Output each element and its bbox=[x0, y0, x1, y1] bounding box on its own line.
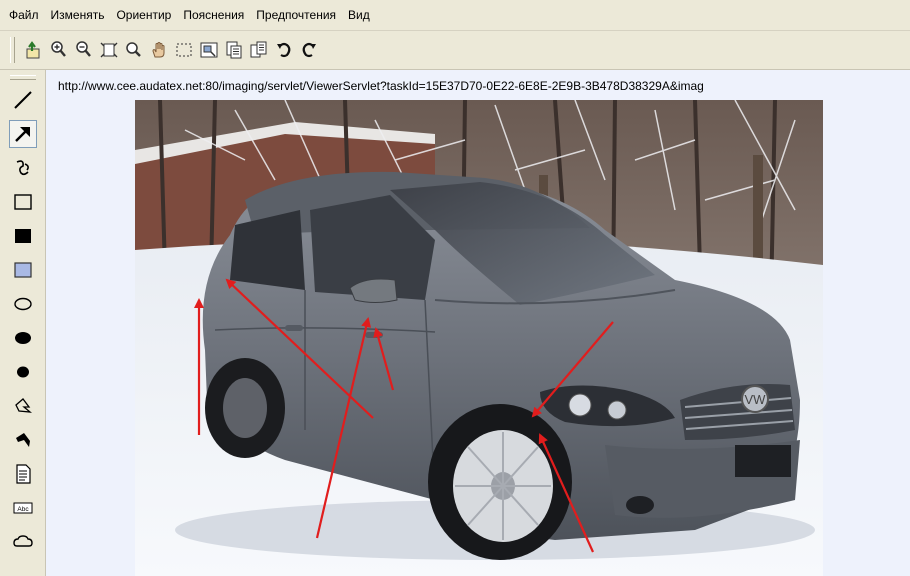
menu-view[interactable]: Вид bbox=[342, 0, 376, 30]
filled-polygon-tool-icon bbox=[16, 433, 30, 447]
export-icon bbox=[26, 41, 39, 59]
main-toolbar bbox=[0, 31, 910, 70]
rotate-left-icon bbox=[276, 42, 290, 58]
freehand-tool-icon bbox=[16, 160, 29, 176]
copy-pages-icon bbox=[250, 41, 266, 58]
thumbnails-icon bbox=[226, 41, 241, 59]
zoom-in-icon bbox=[50, 41, 66, 57]
highlight-rectangle-tool-icon bbox=[14, 262, 32, 278]
annotation-toolbar-grip[interactable] bbox=[10, 75, 36, 80]
menu-bar: Файл Изменять Ориентир Пояснения Предпоч… bbox=[0, 0, 910, 31]
zoom-in-button[interactable] bbox=[48, 39, 70, 61]
rotate-right-button[interactable] bbox=[298, 39, 320, 61]
select-area-icon bbox=[176, 43, 191, 57]
zoom-out-icon bbox=[75, 41, 91, 57]
export-button[interactable] bbox=[23, 39, 45, 61]
menu-annotations[interactable]: Пояснения bbox=[177, 0, 250, 30]
menu-file[interactable]: Файл bbox=[0, 0, 45, 30]
car-photo[interactable]: VW bbox=[135, 100, 823, 576]
small-filled-ellipse-tool-icon bbox=[17, 366, 29, 378]
filled-ellipse-tool-icon bbox=[15, 332, 31, 344]
svg-text:VW: VW bbox=[745, 392, 767, 407]
small-filled-ellipse-tool-button[interactable] bbox=[9, 358, 37, 386]
image-viewer[interactable]: http://www.cee.audatex.net:80/imaging/se… bbox=[46, 70, 910, 576]
fit-page-icon bbox=[100, 42, 117, 58]
rectangle-tool-icon bbox=[14, 194, 32, 210]
cloud-tool-icon bbox=[13, 535, 33, 547]
damaged-car-photo-icon: VW bbox=[135, 100, 823, 576]
menu-edit[interactable]: Изменять bbox=[45, 0, 111, 30]
line-tool-button[interactable] bbox=[9, 86, 37, 114]
zoom-out-button[interactable] bbox=[73, 39, 95, 61]
magnifier-icon bbox=[125, 42, 141, 57]
rotate-left-button[interactable] bbox=[273, 39, 295, 61]
magnifier-button[interactable] bbox=[123, 39, 145, 61]
freehand-tool-button[interactable] bbox=[9, 154, 37, 182]
polygon-tool-button[interactable] bbox=[9, 392, 37, 420]
text-tool-button[interactable]: Abc bbox=[9, 494, 37, 522]
menu-orientation[interactable]: Ориентир bbox=[110, 0, 177, 30]
document-url: http://www.cee.audatex.net:80/imaging/se… bbox=[58, 79, 704, 93]
line-tool-icon bbox=[14, 91, 32, 109]
rectangle-tool-button[interactable] bbox=[9, 188, 37, 216]
text-tool-icon: Abc bbox=[13, 502, 33, 514]
cloud-tool-button[interactable] bbox=[9, 528, 37, 556]
filled-rectangle-tool-icon bbox=[15, 229, 31, 243]
filled-polygon-tool-button[interactable] bbox=[9, 426, 37, 454]
polygon-tool-icon bbox=[15, 398, 33, 413]
highlight-rectangle-tool-button[interactable] bbox=[9, 256, 37, 284]
fit-page-button[interactable] bbox=[98, 39, 120, 61]
rotate-right-icon bbox=[302, 42, 316, 58]
pan-button[interactable] bbox=[148, 39, 170, 61]
copy-pages-button[interactable] bbox=[248, 39, 270, 61]
toolbar-grip[interactable] bbox=[10, 37, 15, 63]
arrow-tool-button[interactable] bbox=[9, 120, 37, 148]
annotation-toolbar: Abc bbox=[0, 70, 46, 576]
thumbnails-button[interactable] bbox=[223, 39, 245, 61]
fit-window-icon bbox=[200, 42, 217, 58]
ellipse-tool-icon bbox=[14, 297, 32, 311]
select-area-button[interactable] bbox=[173, 39, 195, 61]
filled-rectangle-tool-button[interactable] bbox=[9, 222, 37, 250]
fit-window-button[interactable] bbox=[198, 39, 220, 61]
pan-hand-icon bbox=[151, 42, 164, 58]
note-tool-icon bbox=[16, 464, 31, 484]
filled-ellipse-tool-button[interactable] bbox=[9, 324, 37, 352]
arrow-tool-icon bbox=[15, 127, 30, 142]
text-tool-label: Abc bbox=[17, 506, 29, 513]
menu-preferences[interactable]: Предпочтения bbox=[250, 0, 342, 30]
note-tool-button[interactable] bbox=[9, 460, 37, 488]
ellipse-tool-button[interactable] bbox=[9, 290, 37, 318]
